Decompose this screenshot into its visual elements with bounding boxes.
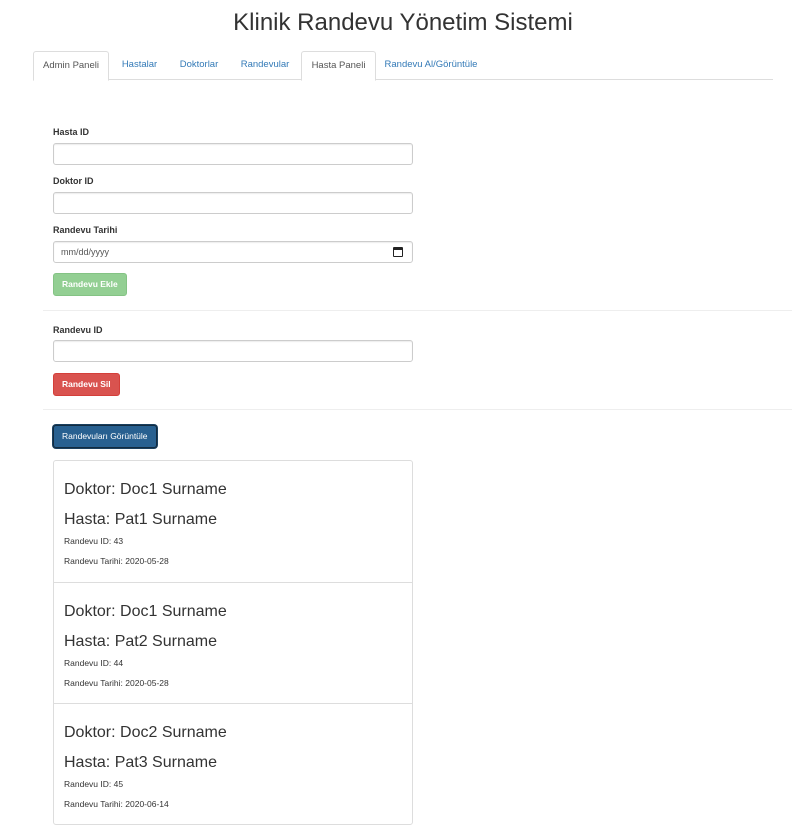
- doctor-id-label: Doktor ID: [53, 176, 94, 186]
- appointment-date: Randevu Tarihi: 2020-05-28: [64, 678, 169, 688]
- appointment-id: Randevu ID: 45: [64, 779, 124, 789]
- delete-appointment-button[interactable]: Randevu Sil: [53, 373, 120, 396]
- appointment-id: Randevu ID: 43: [64, 536, 124, 546]
- appointment-patient: Hasta: Pat2 Surname: [64, 633, 217, 650]
- calendar-icon[interactable]: [393, 247, 403, 257]
- patient-id-input[interactable]: [53, 143, 413, 165]
- divider: [43, 310, 792, 311]
- tab-randevular[interactable]: Randevular: [233, 51, 297, 80]
- appointment-card: Doktor: Doc1 Surname Hasta: Pat1 Surname…: [54, 461, 412, 582]
- appointment-date: Randevu Tarihi: 2020-06-14: [64, 799, 169, 809]
- divider: [43, 409, 792, 410]
- appointment-date-label: Randevu Tarihi: [53, 225, 118, 235]
- tab-randevu-al-goruntule[interactable]: Randevu Al/Görüntüle: [381, 51, 481, 80]
- appointment-card: Doktor: Doc2 Surname Hasta: Pat3 Surname…: [54, 703, 412, 824]
- patient-id-label: Hasta ID: [53, 127, 90, 137]
- nav-tabs: Admin Paneli Hastalar Doktorlar Randevul…: [33, 51, 773, 81]
- tab-admin-paneli[interactable]: Admin Paneli: [33, 51, 109, 81]
- appointment-id-input[interactable]: [53, 340, 413, 362]
- appointment-date-input[interactable]: mm/dd/yyyy: [53, 241, 413, 263]
- appointment-patient: Hasta: Pat1 Surname: [64, 511, 217, 528]
- add-appointment-button[interactable]: Randevu Ekle: [53, 273, 127, 296]
- appointment-patient: Hasta: Pat3 Surname: [64, 754, 217, 771]
- appointment-list: Doktor: Doc1 Surname Hasta: Pat1 Surname…: [53, 460, 413, 825]
- tab-hastalar[interactable]: Hastalar: [113, 51, 166, 80]
- appointment-doctor: Doktor: Doc1 Surname: [64, 481, 227, 498]
- appointment-date: Randevu Tarihi: 2020-05-28: [64, 556, 169, 566]
- date-placeholder: mm/dd/yyyy: [61, 247, 110, 257]
- view-appointments-button[interactable]: Randevuları Görüntüle: [53, 425, 157, 448]
- appointment-doctor: Doktor: Doc2 Surname: [64, 724, 227, 741]
- page-title: Klinik Randevu Yönetim Sistemi: [233, 9, 573, 36]
- appointment-id: Randevu ID: 44: [64, 658, 124, 668]
- doctor-id-input[interactable]: [53, 192, 413, 214]
- appointment-doctor: Doktor: Doc1 Surname: [64, 603, 227, 620]
- appointment-card: Doktor: Doc1 Surname Hasta: Pat2 Surname…: [54, 582, 412, 703]
- tab-doktorlar[interactable]: Doktorlar: [171, 51, 227, 80]
- tab-hasta-paneli[interactable]: Hasta Paneli: [301, 51, 376, 81]
- appointment-id-label: Randevu ID: [53, 325, 103, 335]
